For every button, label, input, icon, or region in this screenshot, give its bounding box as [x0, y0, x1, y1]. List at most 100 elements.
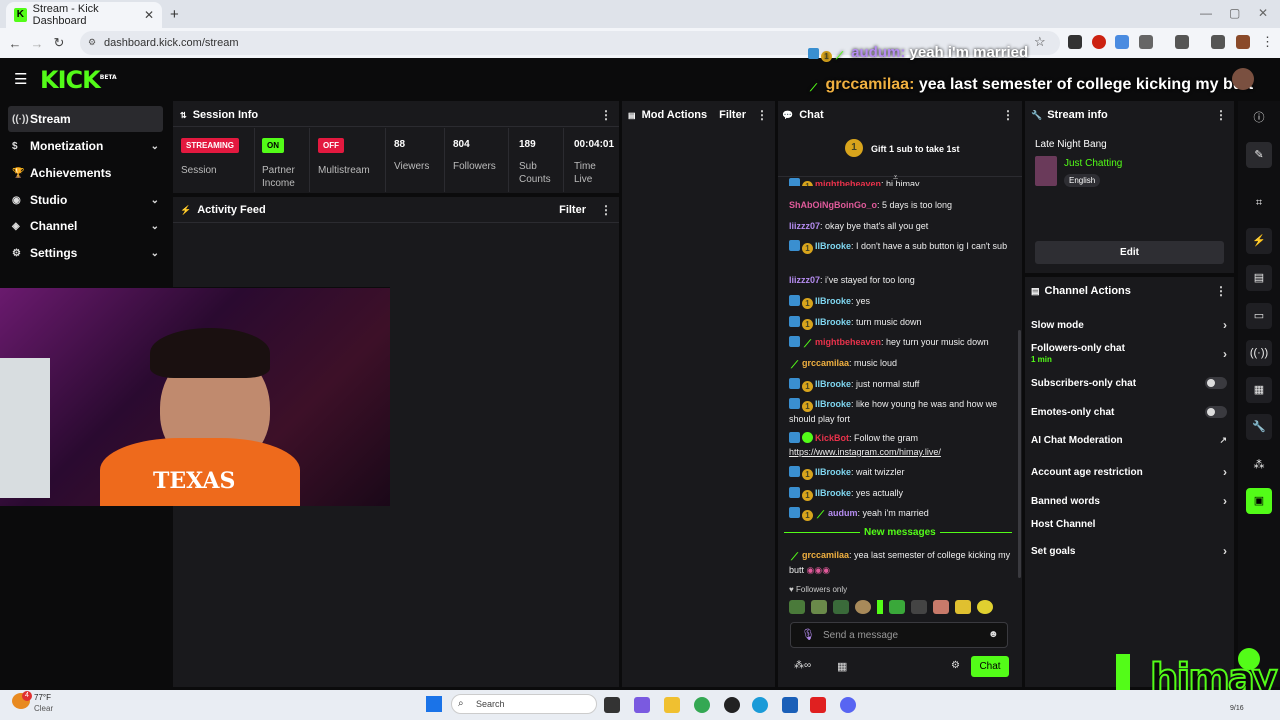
new-tab-icon[interactable]: + — [170, 6, 179, 23]
emote-icon[interactable] — [877, 600, 883, 614]
pencil-icon[interactable]: ✎ — [1246, 142, 1272, 168]
ai-moderation-action[interactable]: AI Chat Moderation ↗ — [1031, 435, 1227, 446]
more-icon[interactable]: ⋮ — [1215, 284, 1227, 298]
chat-link[interactable]: https://www.instagram.com/himay.live/ — [789, 447, 941, 457]
host-channel-action[interactable]: Host Channel — [1031, 519, 1227, 530]
extension-icon[interactable] — [1115, 35, 1129, 49]
emote-icon[interactable] — [789, 600, 805, 614]
sidebar-item-monetization[interactable]: $ Monetization ⌄ — [8, 133, 163, 159]
close-window-icon[interactable]: ✕ — [1258, 6, 1268, 20]
chat-username[interactable]: IlBrooke — [815, 241, 851, 251]
extension-icon[interactable] — [1068, 35, 1082, 49]
windows-start-icon[interactable] — [426, 696, 442, 712]
edit-stream-button[interactable]: Edit — [1035, 241, 1224, 264]
more-icon[interactable]: ⋮ — [1002, 108, 1014, 122]
sidebar-item-studio[interactable]: ◉ Studio ⌄ — [8, 187, 163, 213]
chat-username[interactable]: mightbeheaven — [815, 179, 881, 187]
reload-icon[interactable]: ↻ — [48, 35, 70, 51]
cast-icon[interactable] — [1175, 35, 1189, 49]
more-icon[interactable]: ⋮ — [756, 108, 768, 122]
chat-username[interactable]: grccamilaa — [802, 550, 849, 560]
menu-icon[interactable]: ☰ — [14, 70, 27, 88]
list-icon[interactable]: ▤ — [1246, 265, 1272, 291]
more-icon[interactable]: ⋮ — [600, 203, 612, 217]
sidebar-item-achievements[interactable]: 🏆 Achievements — [8, 160, 163, 186]
emote-icon[interactable] — [977, 600, 993, 614]
forward-icon[interactable]: → — [26, 36, 48, 51]
profile-avatar[interactable] — [1236, 35, 1250, 49]
taskbar-search[interactable]: ⌕ Search — [451, 694, 597, 714]
subscribers-only-toggle[interactable] — [1205, 377, 1227, 389]
chrome-icon[interactable] — [694, 697, 710, 713]
emote-icon[interactable] — [955, 600, 971, 614]
edge-icon[interactable] — [752, 697, 768, 713]
chat-scrollbar[interactable] — [1018, 330, 1021, 578]
broadcast-icon[interactable]: ((·)) — [1246, 340, 1272, 366]
set-goals-action[interactable]: Set goals › — [1031, 544, 1227, 558]
filter-button[interactable]: Filter — [559, 204, 586, 216]
gear-icon[interactable]: ⚙ — [951, 660, 960, 671]
chat-username[interactable]: IlBrooke — [815, 467, 851, 477]
subscribers-only-action[interactable]: Subscribers-only chat — [1031, 377, 1227, 389]
chat-username[interactable]: audum — [828, 508, 858, 518]
users-icon[interactable]: ⁂ — [1246, 452, 1272, 478]
close-tab-icon[interactable]: ✕ — [144, 8, 154, 22]
media-icon[interactable] — [1211, 35, 1225, 49]
stream-category[interactable]: Just Chatting — [1064, 158, 1122, 169]
chat-users-icon[interactable]: ⁂∞ — [794, 660, 811, 671]
microphone-icon[interactable]: 🎙 — [801, 628, 815, 641]
task-view-icon[interactable] — [604, 697, 620, 713]
chat-username[interactable]: IlBrooke — [815, 488, 851, 498]
sidebar-item-settings[interactable]: ⚙ Settings ⌄ — [8, 240, 163, 266]
bookmark-star-icon[interactable]: ☆ — [1034, 34, 1046, 50]
browser-menu-icon[interactable]: ⋮ — [1261, 34, 1274, 50]
store-icon[interactable] — [782, 697, 798, 713]
emotes-only-toggle[interactable] — [1205, 406, 1227, 418]
site-info-icon[interactable]: ⚙ — [88, 37, 96, 48]
send-chat-button[interactable]: Chat — [971, 656, 1009, 677]
more-icon[interactable]: ⋮ — [1215, 108, 1227, 122]
chat-username[interactable]: liizzz07 — [789, 275, 820, 285]
chat-username[interactable]: IlBrooke — [815, 296, 851, 306]
chat-icon[interactable]: ▭ — [1246, 303, 1272, 329]
chat-username[interactable]: grccamilaa — [802, 358, 849, 368]
app-icon[interactable]: ▣ — [1246, 488, 1272, 514]
file-explorer-icon[interactable] — [664, 697, 680, 713]
capture-icon[interactable]: ⌗ — [1246, 190, 1272, 216]
sidebar-item-channel[interactable]: ◈ Channel ⌄ — [8, 213, 163, 239]
back-icon[interactable]: ← — [4, 36, 26, 51]
chat-username[interactable]: IlBrooke — [815, 399, 851, 409]
youtube-icon[interactable] — [810, 697, 826, 713]
wrench-icon[interactable]: 🔧 — [1246, 414, 1272, 440]
emoji-icon[interactable]: ☻ — [988, 629, 999, 640]
discord-icon[interactable] — [840, 697, 856, 713]
maximize-icon[interactable]: ▢ — [1229, 6, 1240, 20]
chat-username[interactable]: mightbeheaven — [815, 337, 881, 347]
browser-tab[interactable]: K Stream - Kick Dashboard ✕ — [6, 2, 162, 28]
extensions-puzzle-icon[interactable] — [1139, 35, 1153, 49]
info-icon[interactable]: ⓘ — [1246, 105, 1272, 131]
sidebar-item-stream[interactable]: ((·)) Stream — [8, 106, 163, 132]
chat-username[interactable]: IlBrooke — [815, 317, 851, 327]
store-icon[interactable]: ▦ — [837, 660, 847, 673]
banned-words-action[interactable]: Banned words › — [1031, 494, 1227, 508]
bolt-icon[interactable]: ⚡ — [1246, 228, 1272, 254]
account-age-action[interactable]: Account age restriction › — [1031, 465, 1227, 479]
chat-username[interactable]: liizzz07 — [789, 221, 820, 231]
extension-icon[interactable] — [1092, 35, 1106, 49]
emote-icon[interactable] — [933, 600, 949, 614]
app-icon[interactable] — [724, 697, 740, 713]
emotes-only-action[interactable]: Emotes-only chat — [1031, 406, 1227, 418]
emote-icon[interactable] — [833, 600, 849, 614]
kick-logo[interactable]: KICKBETA — [40, 66, 117, 94]
chat-username[interactable]: ShAbOiNgBoinGo_o — [789, 200, 877, 210]
emote-icon[interactable] — [889, 600, 905, 614]
copilot-icon[interactable] — [634, 697, 650, 713]
layout-icon[interactable]: ▦ — [1246, 377, 1272, 403]
gift-sub-prompt[interactable]: Gift 1 sub to take 1st — [871, 144, 960, 154]
chat-username[interactable]: KickBot — [815, 433, 849, 443]
more-icon[interactable]: ⋮ — [600, 108, 612, 122]
filter-button[interactable]: Filter — [719, 109, 746, 121]
emote-icon[interactable] — [911, 600, 927, 614]
minimize-icon[interactable]: — — [1200, 6, 1212, 20]
